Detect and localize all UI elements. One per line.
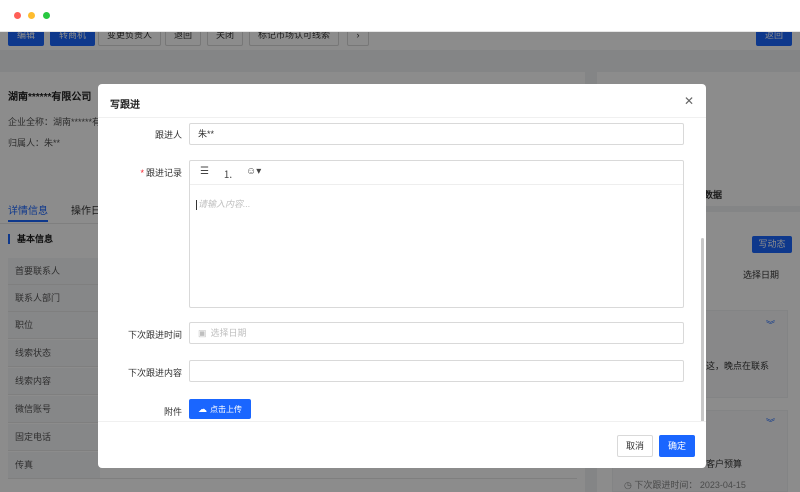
follower-label: 跟进人 bbox=[154, 130, 182, 140]
follower-input[interactable]: 朱** bbox=[189, 123, 684, 145]
close-icon[interactable]: ✕ bbox=[684, 94, 694, 108]
next-time-datepicker[interactable]: ▣ 选择日期 bbox=[189, 322, 684, 344]
window-titlebar bbox=[0, 0, 800, 32]
next-content-label: 下次跟进内容 bbox=[127, 368, 182, 378]
text-caret bbox=[196, 199, 197, 210]
required-mark: * bbox=[140, 168, 144, 178]
dialog-title: 写跟进 bbox=[110, 100, 140, 111]
next-content-input[interactable] bbox=[189, 360, 684, 382]
dialog-scrollbar[interactable] bbox=[701, 238, 704, 421]
confirm-button[interactable]: 确定 bbox=[659, 435, 695, 457]
bullet-list-icon[interactable]: ☰ bbox=[200, 166, 209, 177]
calendar-icon: ▣ bbox=[198, 328, 207, 338]
close-window-icon[interactable] bbox=[14, 12, 21, 19]
record-label: * 跟进记录 bbox=[140, 168, 182, 178]
cancel-button[interactable]: 取消 bbox=[617, 435, 653, 457]
dialog-header: 写跟进 ✕ bbox=[98, 84, 706, 118]
cloud-upload-icon: ☁ bbox=[198, 404, 207, 414]
editor-toolbar: ☰ ⒈ ☺▾ bbox=[190, 161, 683, 185]
write-followup-dialog: 写跟进 ✕ 跟进人 朱** * 跟进记录 ☰ ⒈ ☺▾ 请输入内容... 下次跟进… bbox=[98, 84, 706, 468]
record-editor[interactable]: ☰ ⒈ ☺▾ 请输入内容... bbox=[189, 160, 684, 308]
upload-button[interactable]: ☁ 点击上传 bbox=[189, 399, 251, 419]
attachment-label: 附件 bbox=[163, 407, 182, 417]
record-placeholder[interactable]: 请输入内容... bbox=[196, 197, 251, 210]
minimize-window-icon[interactable] bbox=[28, 12, 35, 19]
emoji-icon[interactable]: ☺▾ bbox=[246, 166, 261, 177]
ordered-list-icon[interactable]: ⒈ bbox=[223, 166, 233, 181]
maximize-window-icon[interactable] bbox=[43, 12, 50, 19]
dialog-body: 跟进人 朱** * 跟进记录 ☰ ⒈ ☺▾ 请输入内容... 下次跟进时间 ▣ 选择… bbox=[98, 118, 706, 421]
next-time-label: 下次跟进时间 bbox=[127, 330, 182, 340]
dialog-footer: 取消 确定 bbox=[98, 421, 706, 468]
